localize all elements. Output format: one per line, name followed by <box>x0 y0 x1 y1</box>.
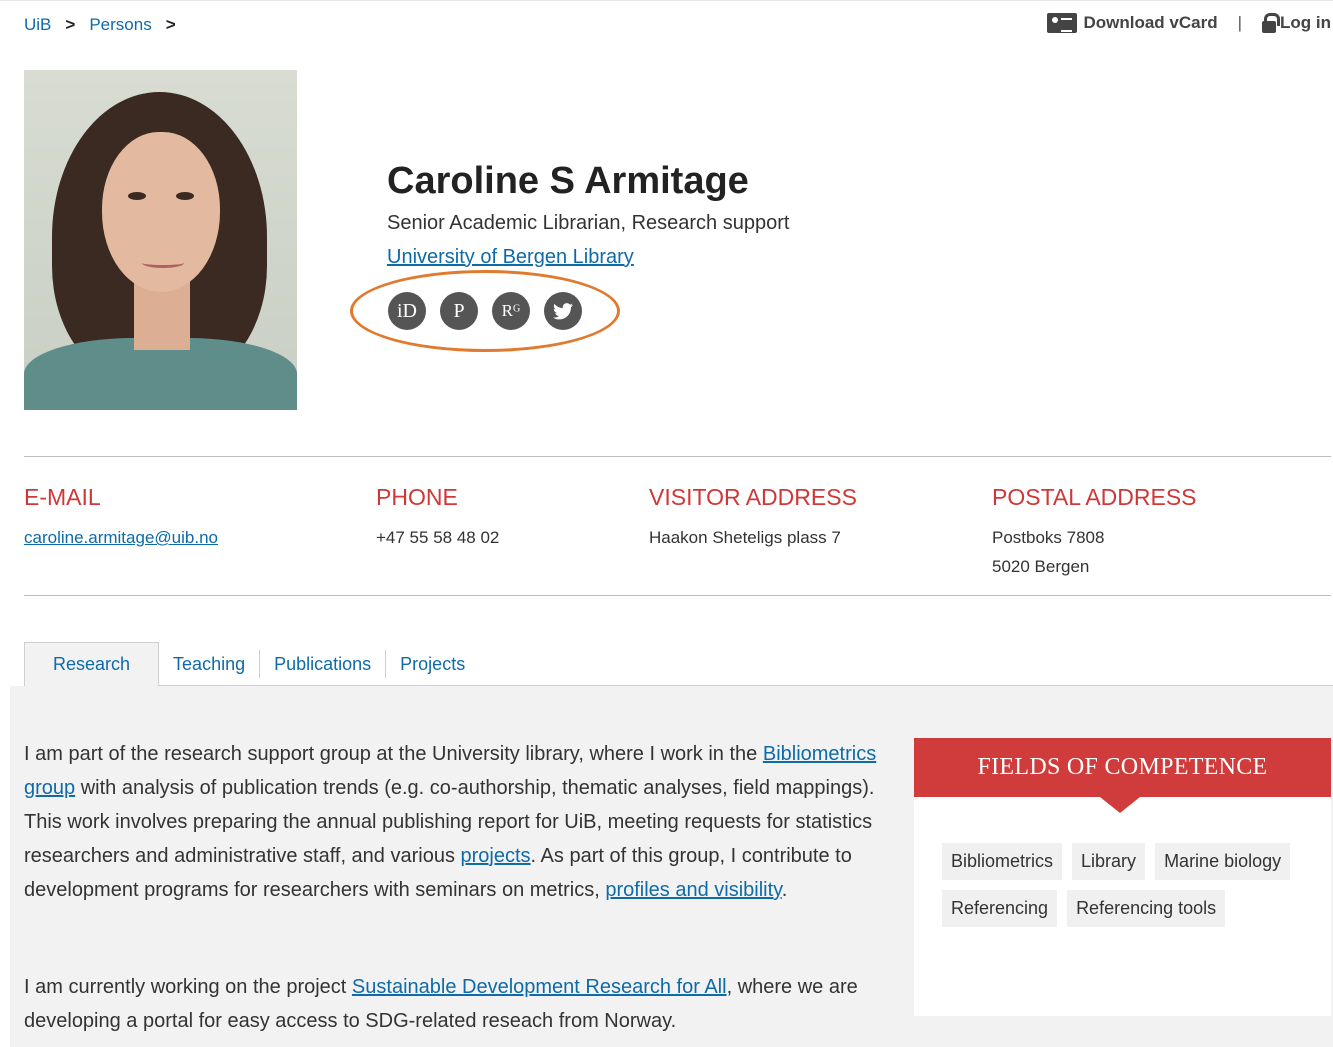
postal-address-block: POSTAL ADDRESS Postboks 7808 5020 Bergen <box>992 484 1197 581</box>
research-paragraph-1: I am part of the research support group … <box>24 737 894 907</box>
profiles-visibility-link[interactable]: profiles and visibility <box>605 879 781 901</box>
fields-of-competence-box: FIELDS OF COMPETENCE Bibliometrics Libra… <box>914 738 1331 1016</box>
utility-links: Download vCard | Log in <box>1047 13 1331 33</box>
lock-icon <box>1262 13 1281 33</box>
login-link[interactable]: Log in <box>1280 13 1331 33</box>
projects-link[interactable]: projects <box>461 845 531 867</box>
breadcrumb: UiB > Persons > <box>24 15 176 35</box>
postal-address-value: Postboks 7808 5020 Bergen <box>992 523 1197 581</box>
vcard-icon <box>1047 13 1078 33</box>
visitor-address-value: Haakon Sheteligs plass 7 <box>649 528 841 547</box>
download-vcard-link[interactable]: Download vCard <box>1083 13 1217 33</box>
postal-line-1: Postboks 7808 <box>992 528 1105 547</box>
divider: | <box>1237 13 1243 32</box>
chevron-right-icon: > <box>65 15 76 34</box>
tab-projects[interactable]: Projects <box>386 642 479 686</box>
highlight-circle <box>350 270 620 352</box>
email-heading: E-MAIL <box>24 484 101 510</box>
visitor-address-heading: VISITOR ADDRESS <box>649 484 857 510</box>
divider <box>24 595 1331 596</box>
tab-bar: Research Teaching Publications Projects <box>24 642 479 686</box>
unit-link[interactable]: University of Bergen Library <box>387 246 634 269</box>
tab-teaching[interactable]: Teaching <box>159 642 259 686</box>
paragraph-text: I am currently working on the project <box>24 976 352 998</box>
phone-heading: PHONE <box>376 484 458 510</box>
divider <box>24 456 1331 457</box>
sdg-project-link[interactable]: Sustainable Development Research for All <box>352 976 727 998</box>
breadcrumb-uib[interactable]: UiB <box>24 15 51 35</box>
competence-tag[interactable]: Bibliometrics <box>942 843 1063 880</box>
heading-notch <box>1100 797 1140 813</box>
top-bar: UiB > Persons > Download vCard | Log in <box>0 0 1333 48</box>
competence-tag[interactable]: Referencing tools <box>1067 890 1226 927</box>
person-title: Senior Academic Librarian, Research supp… <box>387 212 790 234</box>
email-link[interactable]: caroline.armitage@uib.no <box>24 528 218 547</box>
breadcrumb-persons[interactable]: Persons <box>89 15 151 35</box>
fields-of-competence-heading: FIELDS OF COMPETENCE <box>914 738 1331 797</box>
research-paragraph-2: I am currently working on the project Su… <box>24 970 894 1038</box>
tab-publications[interactable]: Publications <box>260 642 385 686</box>
postal-line-2: 5020 Bergen <box>992 557 1090 576</box>
visitor-address-block: VISITOR ADDRESS Haakon Sheteligs plass 7 <box>649 484 857 552</box>
profile-photo <box>24 70 297 410</box>
chevron-right-icon: > <box>165 15 176 34</box>
competence-tag[interactable]: Marine biology <box>1155 843 1291 880</box>
email-block: E-MAIL caroline.armitage@uib.no <box>24 484 218 552</box>
postal-address-heading: POSTAL ADDRESS <box>992 484 1197 510</box>
phone-block: PHONE +47 55 58 48 02 <box>376 484 499 552</box>
person-name: Caroline S Armitage <box>387 160 749 202</box>
competence-tag[interactable]: Referencing <box>942 890 1058 927</box>
paragraph-text: I am part of the research support group … <box>24 743 763 765</box>
competence-tag[interactable]: Library <box>1072 843 1146 880</box>
phone-value: +47 55 58 48 02 <box>376 528 500 547</box>
paragraph-text: . <box>781 879 788 901</box>
competence-tags: Bibliometrics Library Marine biology Ref… <box>942 843 1312 927</box>
tab-research[interactable]: Research <box>24 642 160 686</box>
